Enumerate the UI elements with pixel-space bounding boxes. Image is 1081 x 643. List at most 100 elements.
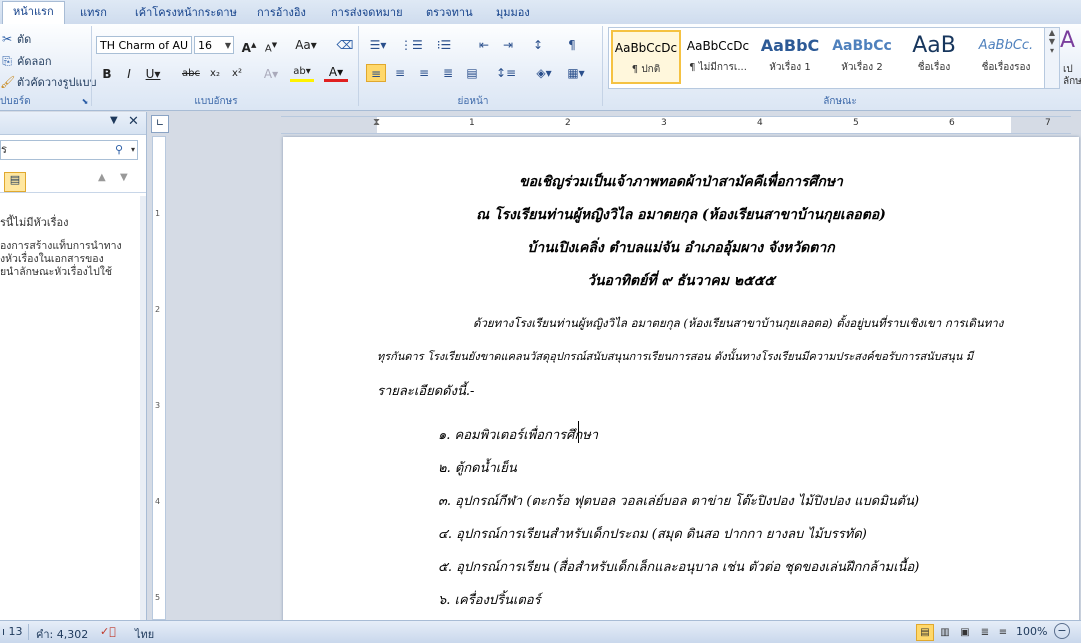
font-size-combo[interactable]: 16 ▼ xyxy=(194,36,234,54)
proofing-icon[interactable]: ✓⃝ xyxy=(100,625,116,638)
nav-options-icon[interactable]: ▼ xyxy=(110,115,118,126)
tab-home[interactable]: หน้าแรก xyxy=(2,1,65,25)
ruler-left-margin xyxy=(281,117,377,133)
web-layout-icon[interactable]: ▣ xyxy=(956,624,974,641)
ruler-number: 4 xyxy=(757,118,763,128)
horizontal-ruler[interactable]: ⧗ 1 2 3 4 5 6 7 xyxy=(281,116,1071,134)
nav-search-input[interactable]: ร ⚲ ▾ xyxy=(0,140,138,160)
doc-body-line: ทุรกันดาร โรงเรียนยังขาดแคลนวัสดุอุปกรณ์… xyxy=(377,350,974,363)
tab-selector-button[interactable]: ∟ xyxy=(151,115,169,133)
style-name: ชื่อเรื่องรอง xyxy=(981,62,1031,73)
doc-list-item: ๖. เครื่องปริ้นเตอร์ xyxy=(438,593,541,608)
style-normal[interactable]: AaBbCcDc ¶ ปกติ xyxy=(611,30,681,84)
ruler-number: 2 xyxy=(155,305,161,314)
highlight-button[interactable]: ab▾ xyxy=(290,65,314,82)
tab-mailings[interactable]: การส่งจดหมาย xyxy=(331,3,403,23)
style-heading-1[interactable]: AaBbC หัวเรื่อง 1 xyxy=(755,30,825,84)
change-styles-label[interactable]: เป ลักษ xyxy=(1063,64,1081,88)
text-effects-button[interactable]: A▾ xyxy=(262,65,280,83)
status-bar: ı 13 คำ: 4,302 ✓⃝ ไทย ▤ ▥ ▣ ≣ ≡ 100% − xyxy=(0,620,1081,643)
cut-button[interactable]: ✂ ตัด xyxy=(0,30,31,48)
full-screen-reading-icon[interactable]: ▥ xyxy=(936,624,954,641)
shading-button[interactable]: ◈▾ xyxy=(534,64,554,82)
thai-distribute-button[interactable]: ▤ xyxy=(462,64,482,82)
style-sample: AaBbCcDc xyxy=(686,39,750,53)
line-spacing-button[interactable]: ↕≡ xyxy=(496,64,516,82)
tab-page-layout[interactable]: เค้าโครงหน้ากระดาษ xyxy=(135,3,237,23)
style-subtitle[interactable]: AaBbCc. ชื่อเรื่องรอง xyxy=(971,30,1041,84)
dialog-launcher-icon[interactable]: ⬊ xyxy=(78,95,92,109)
document-page[interactable]: ขอเชิญร่วมเป็นเจ้าภาพทอดผ้าป่าสามัคคีเพื… xyxy=(283,137,1079,623)
ruler-number: 5 xyxy=(853,118,859,128)
draft-icon[interactable]: ≡ xyxy=(994,624,1012,641)
status-word-count[interactable]: คำ: 4,302 xyxy=(36,625,88,643)
ruler-number: 6 xyxy=(949,118,955,128)
status-page[interactable]: ı 13 xyxy=(2,625,23,638)
style-no-spacing[interactable]: AaBbCcDc ¶ ไม่มีการเ... xyxy=(683,30,753,84)
vertical-ruler[interactable]: 1 2 3 4 5 xyxy=(152,136,166,620)
strikethrough-button[interactable]: abc xyxy=(180,65,202,83)
next-heading-icon[interactable]: ▼ xyxy=(120,172,128,183)
bullets-button[interactable]: ☰▾ xyxy=(368,36,388,54)
numbering-button[interactable]: ⋮☰ xyxy=(400,36,423,54)
style-name: ชื่อเรื่อง xyxy=(917,62,951,73)
nav-header: ▼ ✕ xyxy=(0,112,146,135)
group-divider xyxy=(91,26,92,106)
nav-no-headings-text: รนี้ไม่มีหัวเรื่อง xyxy=(0,216,69,229)
styles-scroll[interactable]: ▲ ▼ ▾ xyxy=(1044,27,1060,89)
increase-indent-button[interactable]: ⇥ xyxy=(498,36,518,54)
multilevel-list-button[interactable]: ⁝☰ xyxy=(434,36,454,54)
outline-icon[interactable]: ≣ xyxy=(976,624,994,641)
underline-button[interactable]: U▾ xyxy=(144,65,162,83)
doc-heading-line: ขอเชิญร่วมเป็นเจ้าภาพทอดผ้าป่าสามัคคีเพื… xyxy=(519,174,843,190)
tab-insert[interactable]: แทรก xyxy=(80,3,107,23)
page-thumbnails-icon[interactable]: ▤ xyxy=(4,172,26,192)
ruler-number: 5 xyxy=(155,593,161,602)
search-icon[interactable]: ⚲ xyxy=(115,141,123,159)
change-styles-text2: ลักษ xyxy=(1063,76,1081,87)
justify-button[interactable]: ≣ xyxy=(438,64,458,82)
tab-review[interactable]: ตรวจทาน xyxy=(426,3,473,23)
font-color-button[interactable]: A▾ xyxy=(324,65,348,82)
status-divider xyxy=(28,624,29,640)
navigation-pane: ▼ ✕ ร ⚲ ▾ ▤ ▲ ▼ รนี้ไม่มีหัวเรื่อง องการ… xyxy=(0,112,147,620)
style-title[interactable]: AaB ชื่อเรื่อง xyxy=(899,30,969,84)
align-right-button[interactable]: ≡ xyxy=(414,64,434,82)
zoom-out-icon[interactable]: − xyxy=(1054,623,1070,639)
bold-button[interactable]: B xyxy=(98,65,116,83)
italic-button[interactable]: I xyxy=(120,65,138,83)
superscript-button[interactable]: x² xyxy=(228,65,246,83)
doc-heading-line: วันอาทิตย์ที่ ๙ ธันวาคม ๒๕๕๕ xyxy=(587,273,775,289)
borders-button[interactable]: ▦▾ xyxy=(566,64,586,82)
tab-references[interactable]: การอ้างอิง xyxy=(257,3,306,23)
styles-gallery: AaBbCcDc ¶ ปกติ AaBbCcDc ¶ ไม่มีการเ... … xyxy=(608,27,1046,89)
format-painter-button[interactable]: 🖌 ตัวคัดวางรูปแบบ xyxy=(0,73,97,91)
nav-scrollbar[interactable] xyxy=(140,196,146,620)
status-language[interactable]: ไทย xyxy=(135,625,154,643)
ruler-number: 1 xyxy=(469,118,475,128)
ruler-number: 3 xyxy=(155,401,161,410)
paintbrush-icon: 🖌 xyxy=(0,75,16,89)
sort-button[interactable]: ↕ xyxy=(528,36,548,54)
decrease-indent-button[interactable]: ⇤ xyxy=(474,36,494,54)
style-heading-2[interactable]: AaBbCc หัวเรื่อง 2 xyxy=(827,30,897,84)
subscript-button[interactable]: x₂ xyxy=(206,65,224,83)
show-formatting-button[interactable]: ¶ xyxy=(562,36,582,54)
previous-heading-icon[interactable]: ▲ xyxy=(98,172,106,183)
align-left-button[interactable]: ≡ xyxy=(366,64,386,82)
change-styles-icon[interactable]: A xyxy=(1060,28,1075,53)
change-case-button[interactable]: Aa▾ xyxy=(293,36,319,54)
tab-view[interactable]: มุมมอง xyxy=(496,3,530,23)
copy-button[interactable]: ⎘ คัดลอก xyxy=(0,52,51,70)
chevron-down-icon[interactable]: ▾ xyxy=(131,141,135,159)
ribbon-tabbar: หน้าแรก แทรก เค้าโครงหน้ากระดาษ การอ้างอ… xyxy=(0,0,1081,25)
font-name-combo[interactable]: TH Charm of AU xyxy=(96,36,192,54)
clear-formatting-icon[interactable]: ⌫ xyxy=(336,36,354,54)
shrink-font-button[interactable]: A▼ xyxy=(262,36,280,54)
indent-marker-icon[interactable]: ⧗ xyxy=(373,117,380,128)
close-icon[interactable]: ✕ xyxy=(128,114,139,129)
align-center-button[interactable]: ≡ xyxy=(390,64,410,82)
grow-font-button[interactable]: A▲ xyxy=(240,36,258,55)
print-layout-icon[interactable]: ▤ xyxy=(916,624,934,641)
zoom-level[interactable]: 100% xyxy=(1016,625,1047,638)
